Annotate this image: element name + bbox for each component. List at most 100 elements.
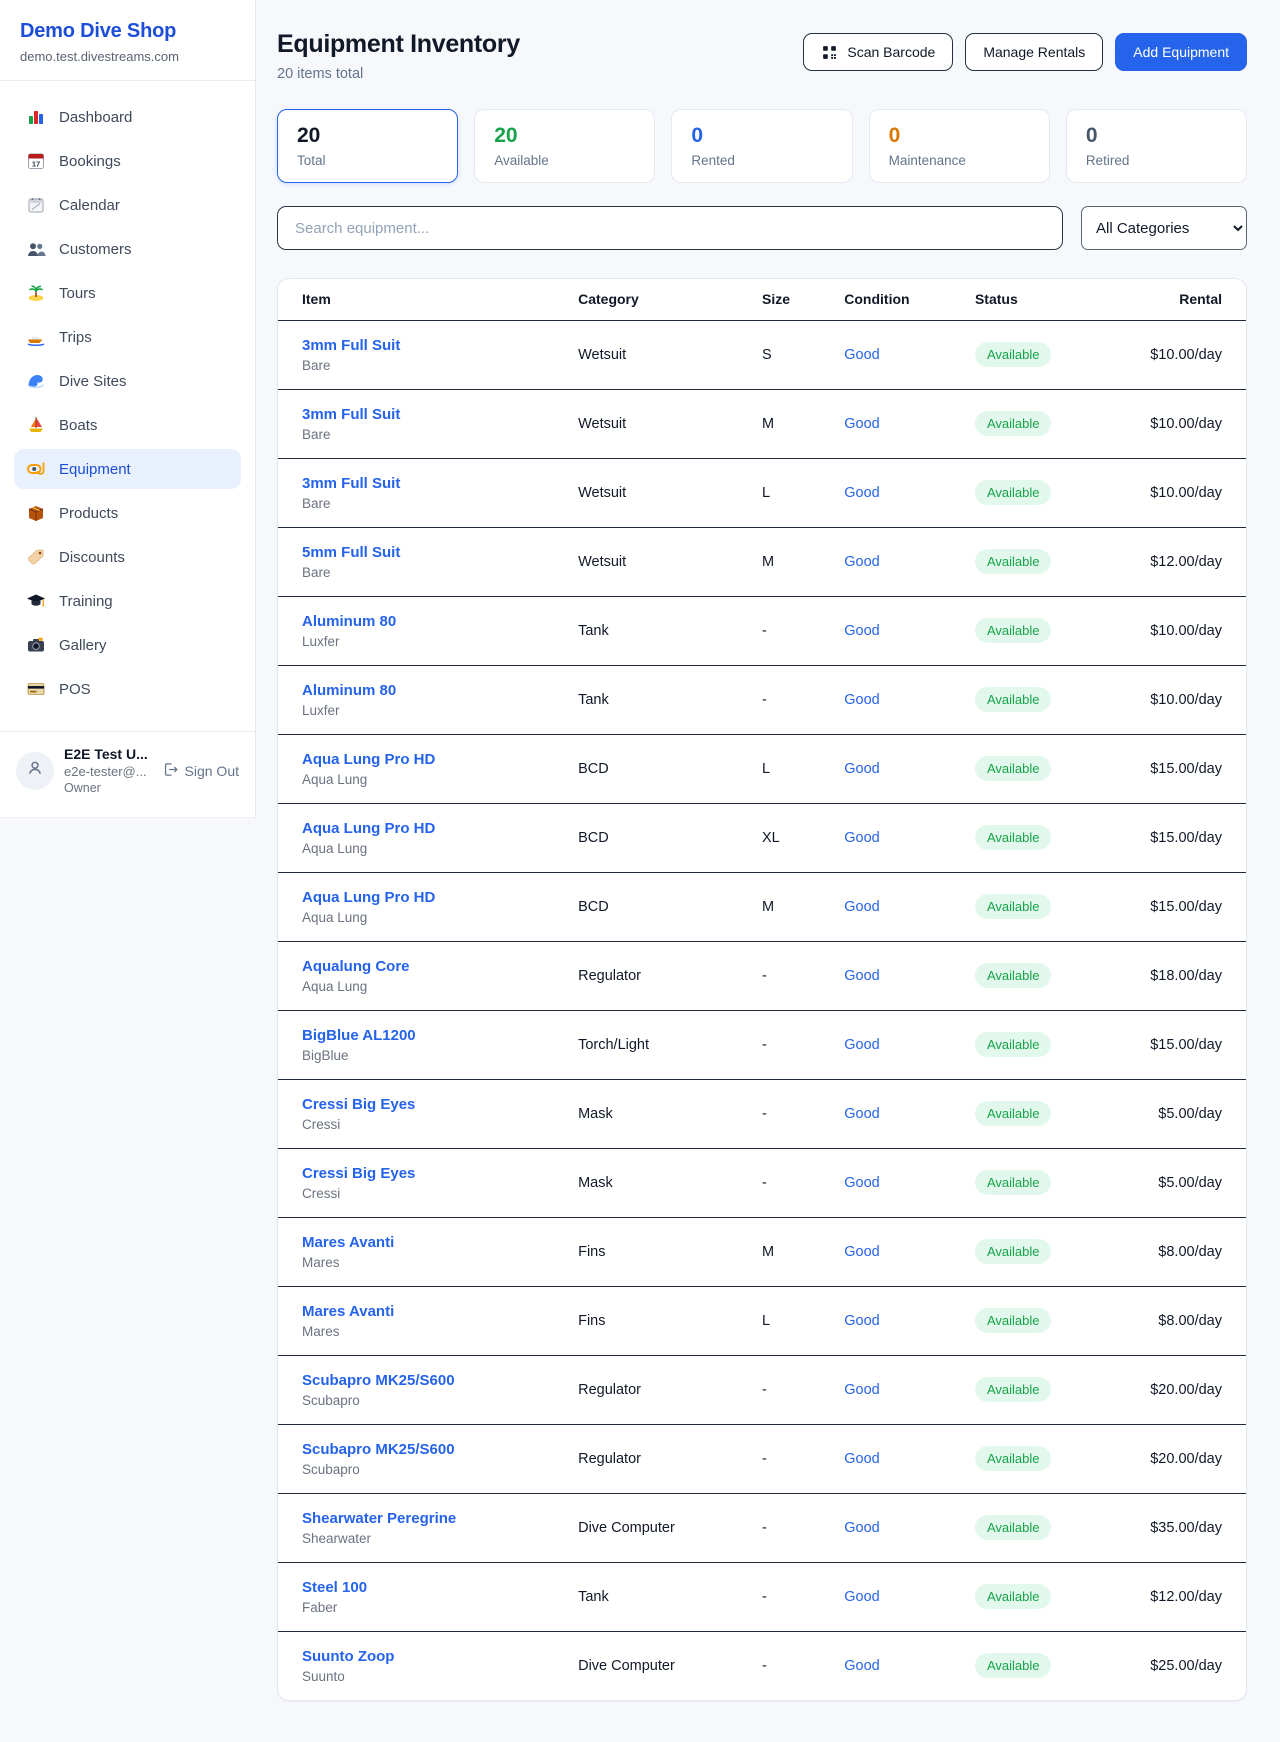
item-name-link[interactable]: Mares Avanti bbox=[302, 1303, 570, 1320]
item-name-link[interactable]: Scubapro MK25/S600 bbox=[302, 1372, 570, 1389]
item-name-link[interactable]: 5mm Full Suit bbox=[302, 544, 570, 561]
category-filter-select[interactable]: All Categories bbox=[1081, 206, 1247, 250]
item-cell: Steel 100Faber bbox=[278, 1562, 578, 1631]
column-header-item: Item bbox=[278, 279, 578, 320]
sidebar-item-customers[interactable]: Customers bbox=[14, 229, 241, 269]
add-equipment-button[interactable]: Add Equipment bbox=[1115, 33, 1247, 71]
table-row: Scubapro MK25/S600ScubaproRegulator-Good… bbox=[278, 1355, 1246, 1424]
stat-card-maintenance[interactable]: 0Maintenance bbox=[869, 109, 1050, 183]
status-badge: Available bbox=[975, 687, 1052, 712]
stat-card-retired[interactable]: 0Retired bbox=[1066, 109, 1247, 183]
column-header-rental: Rental bbox=[1120, 279, 1246, 320]
status-cell: Available bbox=[975, 527, 1120, 596]
rental-price: $8.00/day bbox=[1120, 1286, 1246, 1355]
sidebar-item-boats[interactable]: Boats bbox=[14, 405, 241, 445]
category-cell: Fins bbox=[578, 1286, 762, 1355]
item-name-link[interactable]: Mares Avanti bbox=[302, 1234, 570, 1251]
stat-card-total[interactable]: 20Total bbox=[277, 109, 458, 183]
sidebar-item-label: Products bbox=[59, 505, 118, 522]
stat-card-rented[interactable]: 0Rented bbox=[671, 109, 852, 183]
status-badge: Available bbox=[975, 1101, 1052, 1126]
item-name-link[interactable]: Scubapro MK25/S600 bbox=[302, 1441, 570, 1458]
status-badge: Available bbox=[975, 1446, 1052, 1471]
sidebar-item-pos[interactable]: POS bbox=[14, 669, 241, 709]
sidebar-item-calendar[interactable]: Calendar bbox=[14, 185, 241, 225]
stat-label: Available bbox=[494, 153, 635, 168]
item-name-link[interactable]: 3mm Full Suit bbox=[302, 475, 570, 492]
condition-link[interactable]: Good bbox=[844, 623, 879, 639]
sidebar-item-label: Customers bbox=[59, 241, 132, 258]
condition-link[interactable]: Good bbox=[844, 692, 879, 708]
condition-link[interactable]: Good bbox=[844, 899, 879, 915]
svg-text:17: 17 bbox=[32, 160, 40, 169]
filter-bar: All Categories bbox=[277, 206, 1247, 250]
search-input[interactable] bbox=[277, 206, 1063, 250]
sidebar-item-bookings[interactable]: 17 Bookings bbox=[14, 141, 241, 181]
condition-link[interactable]: Good bbox=[844, 416, 879, 432]
item-name-link[interactable]: Aqua Lung Pro HD bbox=[302, 820, 570, 837]
condition-link[interactable]: Good bbox=[844, 1313, 879, 1329]
item-name-link[interactable]: Steel 100 bbox=[302, 1579, 570, 1596]
status-badge: Available bbox=[975, 1377, 1052, 1402]
page-header: Equipment Inventory 20 items total Scan … bbox=[277, 30, 1247, 82]
condition-link[interactable]: Good bbox=[844, 554, 879, 570]
stat-card-available[interactable]: 20Available bbox=[474, 109, 655, 183]
status-cell: Available bbox=[975, 665, 1120, 734]
item-cell: 3mm Full SuitBare bbox=[278, 320, 578, 389]
sidebar-item-gallery[interactable]: Gallery bbox=[14, 625, 241, 665]
sidebar-item-equipment[interactable]: Equipment bbox=[14, 449, 241, 489]
condition-link[interactable]: Good bbox=[844, 1451, 879, 1467]
condition-link[interactable]: Good bbox=[844, 1382, 879, 1398]
condition-link[interactable]: Good bbox=[844, 1244, 879, 1260]
status-badge: Available bbox=[975, 411, 1052, 436]
sidebar-item-tours[interactable]: Tours bbox=[14, 273, 241, 313]
manage-rentals-button[interactable]: Manage Rentals bbox=[965, 33, 1103, 71]
sign-out-button[interactable]: Sign Out bbox=[162, 761, 239, 781]
sidebar-item-label: Dive Sites bbox=[59, 373, 127, 390]
size-cell: - bbox=[762, 1424, 844, 1493]
item-name-link[interactable]: Cressi Big Eyes bbox=[302, 1096, 570, 1113]
sidebar-item-training[interactable]: Training bbox=[14, 581, 241, 621]
item-brand: Aqua Lung bbox=[302, 910, 570, 925]
user-email: e2e-tester@... bbox=[64, 764, 162, 779]
table-row: Cressi Big EyesCressiMask-GoodAvailable$… bbox=[278, 1079, 1246, 1148]
condition-link[interactable]: Good bbox=[844, 1658, 879, 1674]
sidebar-item-label: Bookings bbox=[59, 153, 121, 170]
condition-link[interactable]: Good bbox=[844, 968, 879, 984]
sidebar-item-products[interactable]: Products bbox=[14, 493, 241, 533]
rental-price: $15.00/day bbox=[1120, 1010, 1246, 1079]
sidebar-item-discounts[interactable]: Discounts bbox=[14, 537, 241, 577]
condition-link[interactable]: Good bbox=[844, 1589, 879, 1605]
column-header-condition: Condition bbox=[844, 279, 975, 320]
item-name-link[interactable]: Aluminum 80 bbox=[302, 682, 570, 699]
item-name-link[interactable]: BigBlue AL1200 bbox=[302, 1027, 570, 1044]
item-name-link[interactable]: Suunto Zoop bbox=[302, 1648, 570, 1665]
item-name-link[interactable]: 3mm Full Suit bbox=[302, 406, 570, 423]
scan-barcode-button[interactable]: Scan Barcode bbox=[803, 33, 953, 71]
condition-cell: Good bbox=[844, 941, 975, 1010]
condition-link[interactable]: Good bbox=[844, 485, 879, 501]
status-cell: Available bbox=[975, 1079, 1120, 1148]
item-name-link[interactable]: Aqualung Core bbox=[302, 958, 570, 975]
table-row: 3mm Full SuitBareWetsuitMGoodAvailable$1… bbox=[278, 389, 1246, 458]
sidebar-item-dive-sites[interactable]: Dive Sites bbox=[14, 361, 241, 401]
condition-cell: Good bbox=[844, 665, 975, 734]
item-name-link[interactable]: Aqua Lung Pro HD bbox=[302, 889, 570, 906]
status-cell: Available bbox=[975, 1562, 1120, 1631]
sidebar-item-dashboard[interactable]: Dashboard bbox=[14, 97, 241, 137]
sidebar-item-trips[interactable]: Trips bbox=[14, 317, 241, 357]
condition-link[interactable]: Good bbox=[844, 1520, 879, 1536]
condition-link[interactable]: Good bbox=[844, 830, 879, 846]
status-cell: Available bbox=[975, 1217, 1120, 1286]
size-cell: - bbox=[762, 665, 844, 734]
item-name-link[interactable]: Cressi Big Eyes bbox=[302, 1165, 570, 1182]
item-name-link[interactable]: 3mm Full Suit bbox=[302, 337, 570, 354]
item-name-link[interactable]: Shearwater Peregrine bbox=[302, 1510, 570, 1527]
condition-link[interactable]: Good bbox=[844, 1037, 879, 1053]
condition-link[interactable]: Good bbox=[844, 1106, 879, 1122]
condition-link[interactable]: Good bbox=[844, 1175, 879, 1191]
condition-link[interactable]: Good bbox=[844, 347, 879, 363]
item-name-link[interactable]: Aqua Lung Pro HD bbox=[302, 751, 570, 768]
item-name-link[interactable]: Aluminum 80 bbox=[302, 613, 570, 630]
condition-link[interactable]: Good bbox=[844, 761, 879, 777]
